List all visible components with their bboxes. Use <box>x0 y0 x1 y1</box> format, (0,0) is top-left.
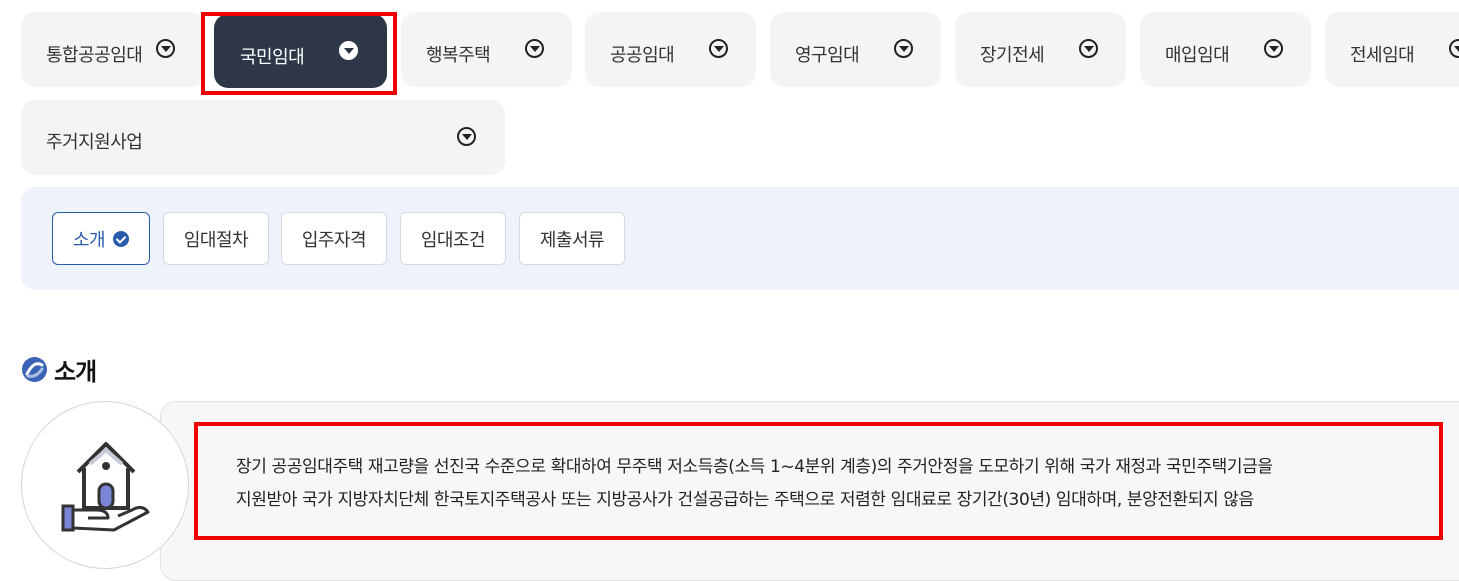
check-circle-icon <box>113 230 130 247</box>
tab-national-rental[interactable]: 국민임대 <box>214 14 387 88</box>
description-line-2: 지원받아 국가 지방자치단체 한국토지주택공사 또는 지방공사가 건설공급하는 … <box>236 490 1254 510</box>
house-hand-icon <box>61 442 150 532</box>
subtab-label: 임대조건 <box>420 229 486 251</box>
subtab-eligibility[interactable]: 입주자격 <box>281 212 387 265</box>
tab-housing-support[interactable]: 주거지원사업 <box>21 100 505 175</box>
subtab-label: 임대절차 <box>183 229 249 251</box>
main-category-tabs: 통합공공임대 국민임대 행복주택 공공임대 영구임대 장기전세 매입임대 전세임… <box>0 0 1459 180</box>
subtab-documents[interactable]: 제출서류 <box>519 212 625 265</box>
subtab-rental-procedure[interactable]: 임대절차 <box>163 212 269 265</box>
subtab-label: 제출서류 <box>539 229 605 251</box>
tab-label: 매입임대 <box>1165 45 1230 66</box>
tab-label: 통합공공임대 <box>46 45 143 66</box>
tab-purchase-rental[interactable]: 매입임대 <box>1140 12 1311 87</box>
tab-label: 국민임대 <box>240 47 305 68</box>
subtab-label: 입주자격 <box>301 229 367 251</box>
tab-integrated-public-rental[interactable]: 통합공공임대 <box>21 12 205 87</box>
chevron-down-icon <box>457 127 476 146</box>
description-line-1: 장기 공공임대주택 재고량을 선진국 수준으로 확대하여 무주택 저소득층(소득… <box>236 457 1273 477</box>
tab-happy-housing[interactable]: 행복주택 <box>401 12 572 87</box>
subtab-intro[interactable]: 소개 <box>52 212 150 265</box>
sub-navigation: 소개 임대절차 입주자격 임대조건 제출서류 <box>21 187 1459 290</box>
chevron-down-icon <box>1449 39 1459 58</box>
tab-public-rental[interactable]: 공공임대 <box>585 12 756 87</box>
section-bullet-icon <box>22 357 47 382</box>
chevron-down-icon <box>1079 39 1098 58</box>
chevron-down-icon <box>709 39 728 58</box>
chevron-down-icon <box>894 39 913 58</box>
tab-permanent-rental[interactable]: 영구임대 <box>770 12 941 87</box>
section-heading: 소개 <box>54 358 97 386</box>
chevron-down-icon <box>339 41 358 60</box>
chevron-down-icon <box>156 39 175 58</box>
subtab-rental-conditions[interactable]: 임대조건 <box>400 212 506 265</box>
section-title: 소개 <box>21 352 97 387</box>
house-hand-illustration <box>21 401 189 569</box>
tab-long-term-jeonse[interactable]: 장기전세 <box>955 12 1126 87</box>
chevron-down-icon <box>1264 39 1283 58</box>
tab-label: 주거지원사업 <box>46 132 143 153</box>
tab-label: 장기전세 <box>980 45 1045 66</box>
tab-label: 공공임대 <box>610 45 675 66</box>
tab-jeonse-rental[interactable]: 전세임대 <box>1325 12 1459 87</box>
section-description: 장기 공공임대주택 재고량을 선진국 수준으로 확대하여 무주택 저소득층(소득… <box>236 451 1436 517</box>
subtab-label: 소개 <box>72 229 106 251</box>
chevron-down-icon <box>525 39 544 58</box>
tab-label: 전세임대 <box>1350 45 1415 66</box>
tab-label: 행복주택 <box>426 45 491 66</box>
tab-label: 영구임대 <box>795 45 860 66</box>
